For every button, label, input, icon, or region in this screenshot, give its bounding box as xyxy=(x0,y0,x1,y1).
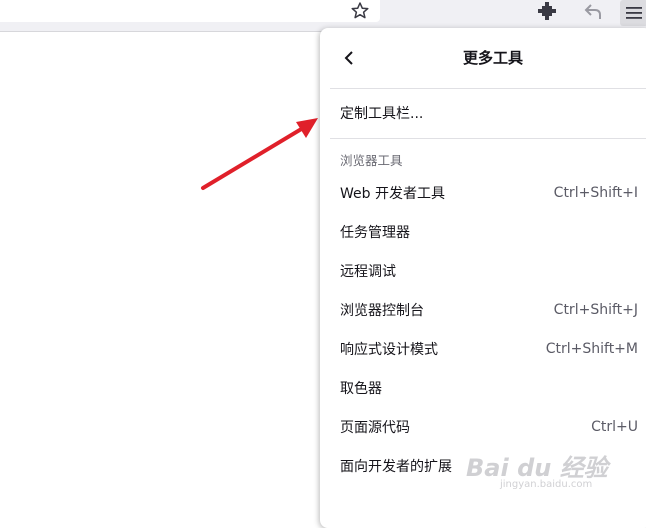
menu-item-remote-debugging[interactable]: 远程调试 xyxy=(340,258,638,284)
menu-item-label: 远程调试 xyxy=(340,264,396,280)
menu-item-shortcut: Ctrl+Shift+M xyxy=(545,341,638,357)
panel-header: 更多工具 xyxy=(320,28,646,88)
menu-item-page-source[interactable]: 页面源代码 Ctrl+U xyxy=(340,414,638,440)
menu-item-label: 响应式设计模式 xyxy=(340,342,438,358)
menu-item-label: Web 开发者工具 xyxy=(340,186,445,202)
menu-item-label: 浏览器控制台 xyxy=(340,303,424,319)
section-label: 浏览器工具 xyxy=(340,153,403,168)
menu-item-responsive-design-mode[interactable]: 响应式设计模式 Ctrl+Shift+M xyxy=(340,336,638,362)
baidu-jingyan-watermark: Bai du 经验 jingyan.baidu.com xyxy=(466,448,616,498)
menu-item-browser-console[interactable]: 浏览器控制台 Ctrl+Shift+J xyxy=(340,297,638,323)
menu-item-label: 面向开发者的扩展 xyxy=(340,459,452,475)
menu-item-label: 页面源代码 xyxy=(340,420,410,436)
watermark-url: jingyan.baidu.com xyxy=(500,479,593,490)
menu-item-web-developer-tools[interactable]: Web 开发者工具 Ctrl+Shift+I xyxy=(340,180,638,206)
menu-item-label: 定制工具栏... xyxy=(340,106,424,122)
menu-item-label: 取色器 xyxy=(340,381,382,397)
menu-item-task-manager[interactable]: 任务管理器 xyxy=(340,219,638,245)
panel-title: 更多工具 xyxy=(462,49,523,67)
menu-item-shortcut: Ctrl+Shift+J xyxy=(553,302,638,318)
menu-item-eyedropper[interactable]: 取色器 xyxy=(340,375,638,401)
watermark-brand: Bai du 经验 xyxy=(466,454,608,482)
menu-item-shortcut: Ctrl+U xyxy=(591,419,638,435)
customize-toolbar-item[interactable]: 定制工具栏... xyxy=(340,100,638,126)
divider xyxy=(330,138,646,139)
menu-item-label: 任务管理器 xyxy=(340,225,410,241)
divider xyxy=(330,88,646,89)
menu-item-shortcut: Ctrl+Shift+I xyxy=(553,185,638,201)
